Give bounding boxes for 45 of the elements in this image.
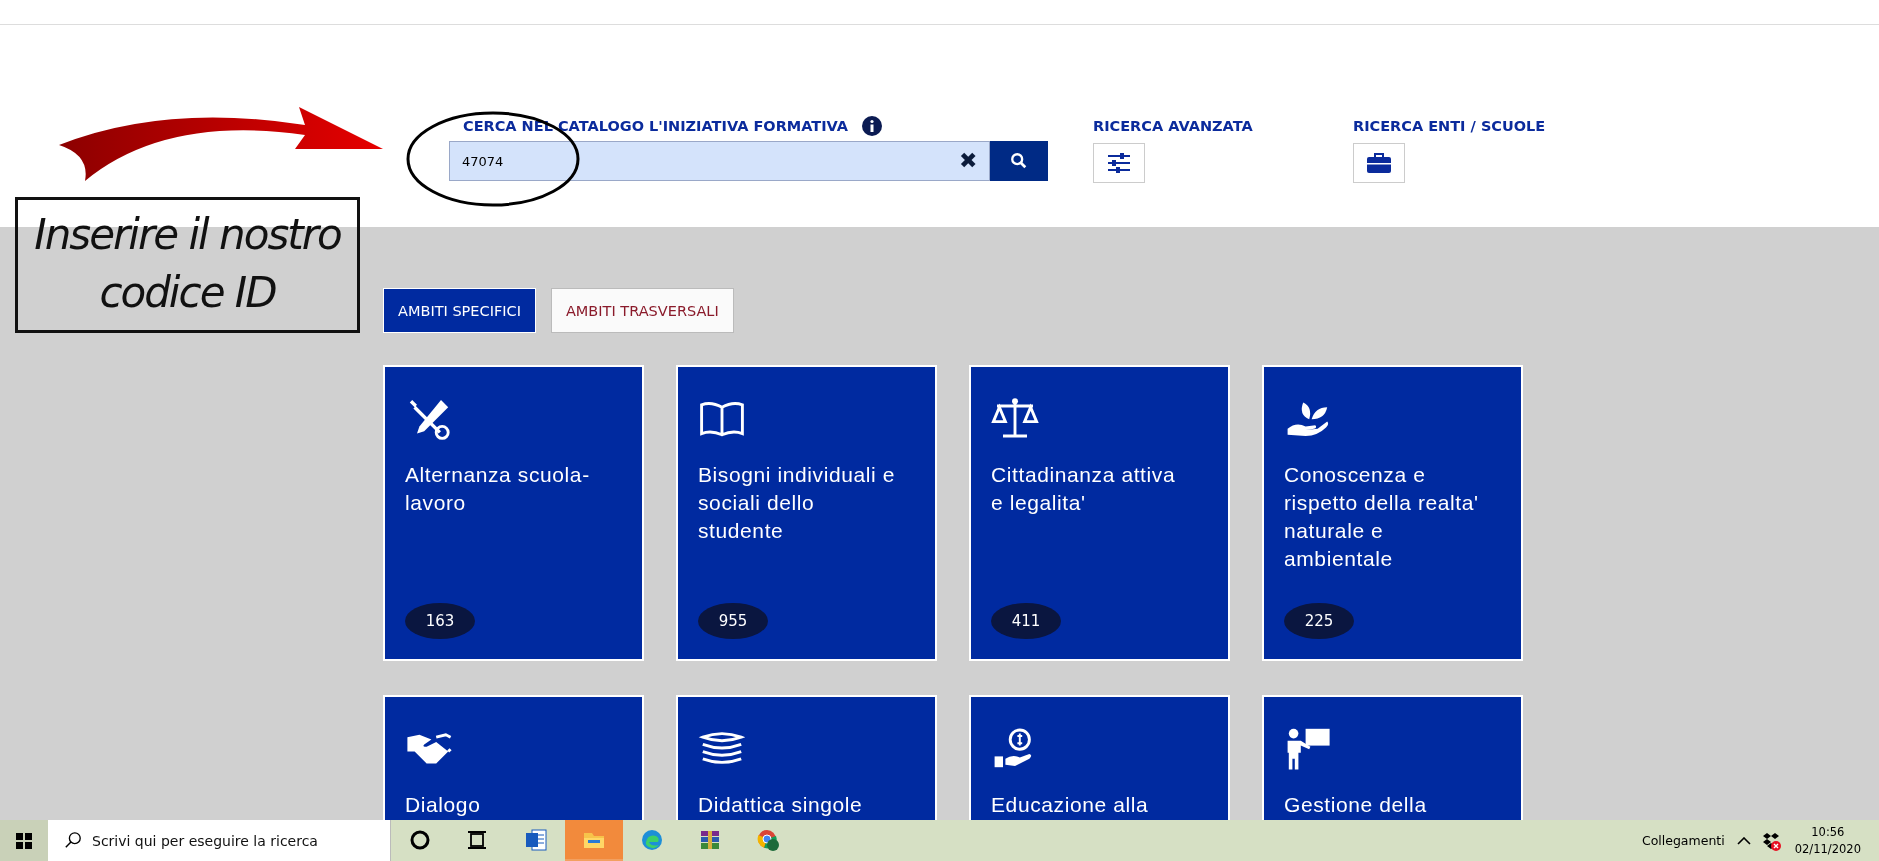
info-icon[interactable]	[862, 116, 883, 136]
links-toolbar-label[interactable]: Collegamenti	[1641, 833, 1725, 848]
category-tile[interactable]: Bisogni individuali e sociali dello studente 955	[676, 365, 937, 661]
category-tile[interactable]: Dialogo	[383, 695, 644, 820]
clock-date[interactable]: 02/11/2020	[1794, 840, 1861, 858]
document-icon	[524, 827, 548, 852]
taskbar-search-field[interactable]: Scrivi qui per eseguire la ricerca	[48, 820, 391, 861]
tile-title: Bisogni individuali e sociali dello studente	[698, 462, 897, 544]
tile-title: Didattica singole	[698, 792, 864, 818]
windows-icon	[16, 832, 32, 849]
tile-title: Alternanza scuola-lavoro	[405, 462, 591, 516]
briefcase-icon	[1367, 153, 1391, 173]
search-icon	[1010, 152, 1028, 170]
count-badge: 163	[405, 603, 475, 639]
count-badge: 225	[1284, 603, 1354, 639]
tab[interactable]: AMBITI SPECIFICI	[383, 288, 536, 333]
start-button[interactable]	[0, 820, 48, 861]
category-tile[interactable]: Educazione alla	[969, 695, 1230, 820]
category-tile[interactable]: Didattica singole	[676, 695, 937, 820]
tile-title: Cittadinanza attiva e legalita'	[991, 462, 1177, 516]
search-icon	[64, 831, 82, 849]
sliders-icon	[1107, 153, 1131, 173]
tile-title: Dialogo	[405, 792, 482, 818]
clock-time[interactable]: 10:56	[1811, 823, 1845, 841]
category-tile[interactable]: Alternanza scuola-lavoro 163	[383, 365, 644, 661]
search-button[interactable]	[990, 141, 1048, 181]
callout-box: Inserire il nostro codice ID	[15, 197, 360, 333]
tile-title: Conoscenza e rispetto della realta' naturale e ambientale	[1284, 462, 1480, 572]
tile-title: Gestione della	[1284, 792, 1428, 818]
category-tile[interactable]: Conoscenza e rispetto della realta' naturale e ambientale 225	[1262, 365, 1523, 661]
entity-search-button[interactable]	[1353, 143, 1405, 183]
clear-button[interactable]: ✖	[947, 148, 989, 174]
advanced-search-button[interactable]	[1093, 143, 1145, 183]
entity-search-label: RICERCA ENTI / SCUOLE	[1353, 117, 1546, 136]
tab[interactable]: AMBITI TRASVERSALI	[550, 288, 734, 333]
swirl-icon	[640, 827, 664, 852]
count-badge: 411	[991, 603, 1061, 639]
advanced-search-label: RICERCA AVANZATA	[1093, 117, 1253, 136]
tile-title: Educazione alla	[991, 792, 1150, 818]
chevron-up-icon[interactable]	[1736, 836, 1751, 845]
browser-profile-icon	[756, 827, 780, 852]
category-tile[interactable]: Gestione della	[1262, 695, 1523, 820]
count-badge: 955	[698, 603, 768, 639]
category-tile[interactable]: Cittadinanza attiva e legalita' 411	[969, 365, 1230, 661]
search-field[interactable]: 47074 ✖	[449, 141, 990, 181]
